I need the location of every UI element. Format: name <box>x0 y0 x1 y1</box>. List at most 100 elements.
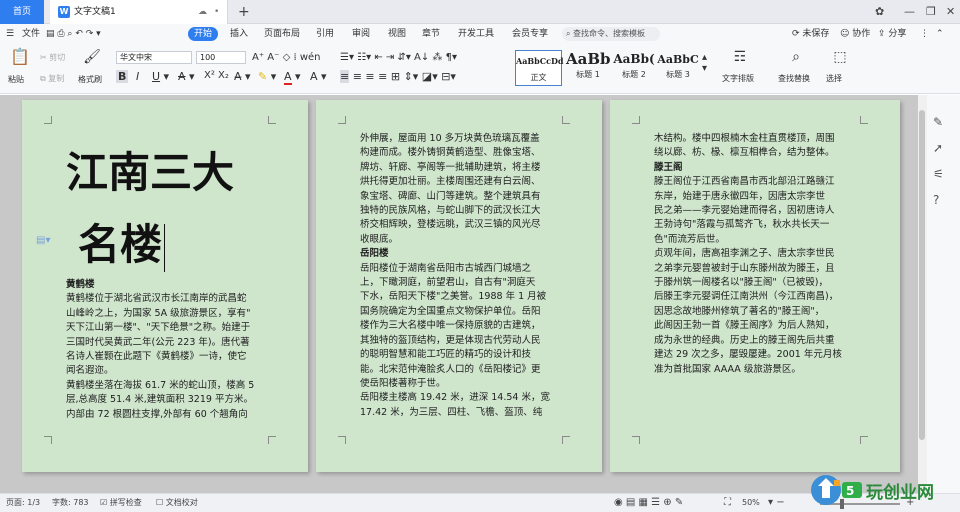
close-window-button[interactable]: ✕ <box>946 0 955 24</box>
body-text-line[interactable]: 天下江山第一楼"、"天下绝景"之称。始建于 <box>66 321 276 335</box>
page-2[interactable]: 外伸展，屋面用 10 多万块黄色琉璃瓦覆盖 构建而成。楼外铸铜黄鹤造型、胜像宝塔、… <box>316 100 602 472</box>
body-text-line[interactable]: 民之弟——李元婴始建而得名，因初唐诗人 <box>654 204 870 218</box>
page-3[interactable]: 木结构。楼中四根楠木金柱直贯楼顶，周围 绕以廊、枋、椽、檩互相榫合，结为整体。 滕王… <box>610 100 900 472</box>
body-text-line[interactable]: 岳阳楼主楼高 19.42 米，进深 14.54 米，宽 <box>360 391 570 405</box>
align-left-icon[interactable]: ≡ ≡ ≡ ≡ ⊞ ⇕▾ ◪▾ ⊟▾ <box>340 70 456 83</box>
font-name-select[interactable]: 华文中宋 <box>116 51 192 64</box>
highlight-icon[interactable]: ✎ ▾ <box>258 70 276 83</box>
minimize-button[interactable]: — <box>904 0 915 24</box>
superscript-icon[interactable]: X² X₂ <box>204 70 229 81</box>
spellcheck-button[interactable]: ☑ 拼写检查 <box>100 494 142 512</box>
text-layout-icon[interactable]: ☶ <box>730 50 750 64</box>
bullet-list-icon[interactable]: ☰▾ ☷▾ ⇤ ⇥ ⇵▾ A↓ ⁂ ¶▾ <box>340 52 457 63</box>
body-text-line[interactable]: 楼作为三大名楼中唯一保持原貌的古建筑， <box>360 319 570 333</box>
body-text-line[interactable]: 三国时代吴黄武二年(公元 223 年)。唐代著 <box>66 336 276 350</box>
menu-home[interactable]: 开始 <box>188 27 219 41</box>
style-normal[interactable]: AaBbCcDd 正文 <box>515 50 564 86</box>
tab-document[interactable]: W 文字文稿1 ☁ • <box>50 0 228 24</box>
body-text-line[interactable]: 能。北宋范仲淹脍炙人口的《岳阳楼记》更 <box>360 363 570 377</box>
style-heading2[interactable]: AaBb( 标题 2 <box>612 50 656 86</box>
help-icon[interactable]: ? <box>933 193 939 207</box>
menu-references[interactable]: 引用 <box>316 24 334 44</box>
collab-button[interactable]: ☺ 协作 <box>840 24 870 44</box>
body-text-line[interactable]: 构建而成。楼外铸铜黄鹤造型、胜像宝塔、 <box>360 146 570 160</box>
body-text-line[interactable]: 烘托得更加壮丽。主楼周围还建有白云阁、 <box>360 175 570 189</box>
zoom-level[interactable]: 50% <box>742 494 760 512</box>
body-text-line[interactable]: 收眼底。 <box>360 233 570 247</box>
body-text-line[interactable]: 贞观年间，唐高祖李渊之子、唐太宗李世民 <box>654 247 870 261</box>
hamburger-icon[interactable]: ☰ <box>6 24 14 44</box>
collapse-ribbon-icon[interactable]: ⌃ <box>936 24 944 44</box>
body-text-line[interactable]: 的聪明智慧和能工巧匠的精巧的设计和技 <box>360 348 570 362</box>
select-icon[interactable]: ⬚ <box>830 50 850 64</box>
unsaved-status[interactable]: ⟳ 未保存 <box>792 24 829 44</box>
body-text-line[interactable]: 使岳阳楼著称于世。 <box>360 377 570 391</box>
more-icon[interactable]: ⋮ <box>920 24 929 44</box>
share-button[interactable]: ⇪ 分享 <box>878 24 906 44</box>
paste-icon[interactable]: 📋 <box>10 49 30 65</box>
cloud-icon[interactable]: ☁ <box>198 0 207 24</box>
section-heading[interactable]: 岳阳楼 <box>360 247 570 261</box>
body-text-line[interactable]: 层,总高度 51.4 米,建筑面积 3219 平方米。 <box>66 393 276 407</box>
text-layout-button[interactable]: 文字排版 <box>722 73 754 84</box>
body-text-line[interactable]: 外伸展，屋面用 10 多万块黄色琉璃瓦覆盖 <box>360 132 570 146</box>
body-text-line[interactable]: 其独特的盔顶结构，更是体现古代劳动人民 <box>360 334 570 348</box>
undo-icon[interactable]: ▤ ⎙ ⌕ ↶ ↷ ▾ <box>46 24 101 44</box>
body-text-line[interactable]: 牌坊、轩廊、亭阁等一批辅助建筑，将主楼 <box>360 161 570 175</box>
page-1-body[interactable]: 黄鹤楼 黄鹤楼位于湖北省武汉市长江南岸的武昌蛇 山峰岭之上，为国家 5A 级旅游景区… <box>66 278 276 422</box>
format-painter-button[interactable]: 格式刷 <box>78 74 102 85</box>
adjust-icon[interactable]: ⚟ <box>933 167 944 181</box>
body-text-line[interactable]: 桥交相辉映，登楼远眺，武汉三镇的风光尽 <box>360 218 570 232</box>
document-title-line2[interactable]: 名楼 <box>78 214 166 276</box>
close-tab-icon[interactable]: • <box>214 0 219 24</box>
page-2-body[interactable]: 外伸展，屋面用 10 多万块黄色琉璃瓦覆盖 构建而成。楼外铸铜黄鹤造型、胜像宝塔、… <box>360 132 570 420</box>
paragraph-marker-icon[interactable]: ▤▾ <box>36 235 50 246</box>
command-search[interactable]: ⌕ 查找命令、搜索模板 <box>562 27 660 41</box>
cut-button[interactable]: ✂ 剪切 <box>40 52 65 63</box>
styles-expand-icon[interactable]: ▴ ▾ <box>702 52 707 74</box>
body-text-line[interactable]: 内部由 72 根圆柱支撑,外部有 60 个翘角向 <box>66 408 276 422</box>
page-1[interactable]: 江南三大 名楼 黄鹤楼 黄鹤楼位于湖北省武汉市长江南岸的武昌蛇 山峰岭之上，为国家 … <box>22 100 308 472</box>
body-text-line[interactable]: 上，下瞰洞庭，前望君山，自古有"洞庭天 <box>360 276 570 290</box>
clear-format-icon[interactable]: A̶ ▾ <box>234 70 251 83</box>
strikethrough-icon[interactable]: A ▾ <box>178 70 195 83</box>
eye-protection-icon[interactable]: ◉ ▤ ▦ ☰ ⊕ ✎ <box>614 494 683 512</box>
body-text-line[interactable]: 王勃诗句"落霞与孤鹜齐飞，秋水共长天一 <box>654 218 870 232</box>
style-heading3[interactable]: AaBbC 标题 3 <box>656 50 700 86</box>
underline-icon[interactable]: U ▾ <box>152 70 169 83</box>
section-heading[interactable]: 滕王阁 <box>654 161 870 175</box>
font-size-select[interactable]: 100 <box>196 51 246 64</box>
restore-button[interactable]: ❐ <box>926 0 936 24</box>
copy-button[interactable]: ⧉ 复制 <box>40 73 64 84</box>
body-text-line[interactable]: 木结构。楼中四根楠木金柱直贯楼顶，周围 <box>654 132 870 146</box>
body-text-line[interactable]: 绕以廊、枋、椽、檩互相榫合，结为整体。 <box>654 146 870 160</box>
body-text-line[interactable]: 之弟李元婴曾被封于山东滕州故为滕王，且 <box>654 262 870 276</box>
body-text-line[interactable]: 黄鹤楼位于湖北省武汉市长江南岸的武昌蛇 <box>66 292 276 306</box>
style-heading1[interactable]: AaBb 标题 1 <box>566 50 611 86</box>
fit-page-icon[interactable]: ⛶ <box>724 494 731 512</box>
tab-home[interactable]: 首页 <box>0 0 44 24</box>
body-text-line[interactable]: 名诗人崔颢在此题下《黄鹤楼》一诗，使它 <box>66 350 276 364</box>
format-painter-icon[interactable]: 🖌 <box>82 50 102 64</box>
body-text-line[interactable]: 东岸，始建于唐永徽四年，因唐太宗李世 <box>654 190 870 204</box>
menu-review[interactable]: 审阅 <box>352 24 370 44</box>
zoom-out-icon[interactable]: ▾ − <box>768 494 785 512</box>
cursor-select-icon[interactable]: ➚ <box>933 141 943 155</box>
menu-member[interactable]: 会员专享 <box>512 24 548 44</box>
menu-file[interactable]: 文件 <box>22 24 40 44</box>
find-replace-icon[interactable]: ⌕ <box>786 50 806 64</box>
body-text-line[interactable]: 因思念故地滕州修筑了著名的"滕王阁"， <box>654 305 870 319</box>
body-text-line[interactable]: 成为永世的经典。历史上的滕王阁先后共重 <box>654 334 870 348</box>
document-title-line1[interactable]: 江南三大 <box>66 142 234 204</box>
edit-icon[interactable]: ✎ <box>933 115 943 129</box>
section-heading[interactable]: 黄鹤楼 <box>66 278 276 292</box>
body-text-line[interactable]: 后滕王李元婴调任江南洪州（今江西南昌)， <box>654 290 870 304</box>
body-text-line[interactable]: 建达 29 次之多，屡毁屡建。2001 年元月核 <box>654 348 870 362</box>
menu-page-layout[interactable]: 页面布局 <box>264 24 300 44</box>
italic-icon[interactable]: I <box>136 70 139 83</box>
body-text-line[interactable]: 象宝塔、碑廊、山门等建筑。整个建筑具有 <box>360 190 570 204</box>
bold-icon[interactable]: B <box>116 70 129 83</box>
paw-icon[interactable]: ✿ <box>875 0 884 24</box>
menu-dev-tools[interactable]: 开发工具 <box>458 24 494 44</box>
body-text-line[interactable]: 于滕州筑一阁楼名以"滕王阁"（已被毁)， <box>654 276 870 290</box>
